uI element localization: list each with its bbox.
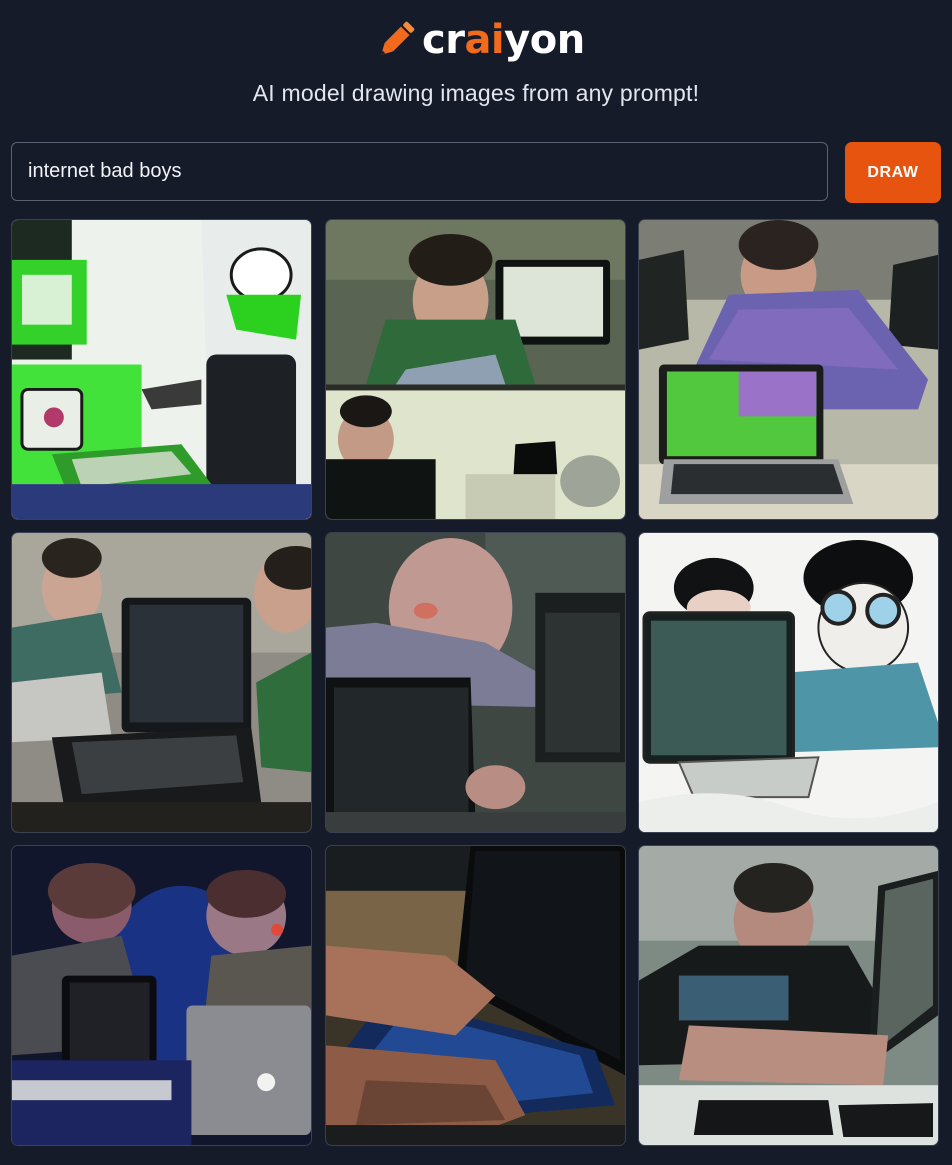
result-image-6-picture — [639, 533, 938, 832]
result-image-3-picture — [639, 220, 938, 519]
result-image-8[interactable] — [325, 845, 626, 1146]
logo-text-start: cr — [422, 17, 465, 63]
result-image-1[interactable] — [11, 219, 312, 520]
result-image-7-picture — [12, 846, 311, 1145]
logo-text-end: yon — [504, 17, 585, 63]
result-image-9-picture — [639, 846, 938, 1145]
result-image-5-picture — [326, 533, 625, 832]
result-image-5[interactable] — [325, 532, 626, 833]
result-image-2-picture — [326, 220, 625, 519]
results-grid — [11, 219, 941, 1148]
logo-wordmark: craiyon — [422, 14, 585, 66]
prompt-input[interactable] — [11, 142, 828, 201]
result-image-2[interactable] — [325, 219, 626, 520]
result-image-4[interactable] — [11, 532, 312, 833]
tagline: AI model drawing images from any prompt! — [252, 80, 700, 106]
header: craiyon AI model drawing images from any… — [0, 0, 952, 130]
result-image-4-picture — [12, 533, 311, 832]
result-image-7[interactable] — [11, 845, 312, 1146]
result-image-1-picture — [12, 220, 311, 519]
result-image-6[interactable] — [638, 532, 939, 833]
result-image-8-picture — [326, 846, 625, 1145]
logo-text-accent: ai — [464, 17, 505, 63]
result-image-3[interactable] — [638, 219, 939, 520]
craiyon-logo[interactable]: craiyon — [374, 14, 585, 66]
result-image-9[interactable] — [638, 845, 939, 1146]
pencil-icon — [381, 21, 415, 55]
draw-button[interactable]: DRAW — [845, 142, 941, 203]
